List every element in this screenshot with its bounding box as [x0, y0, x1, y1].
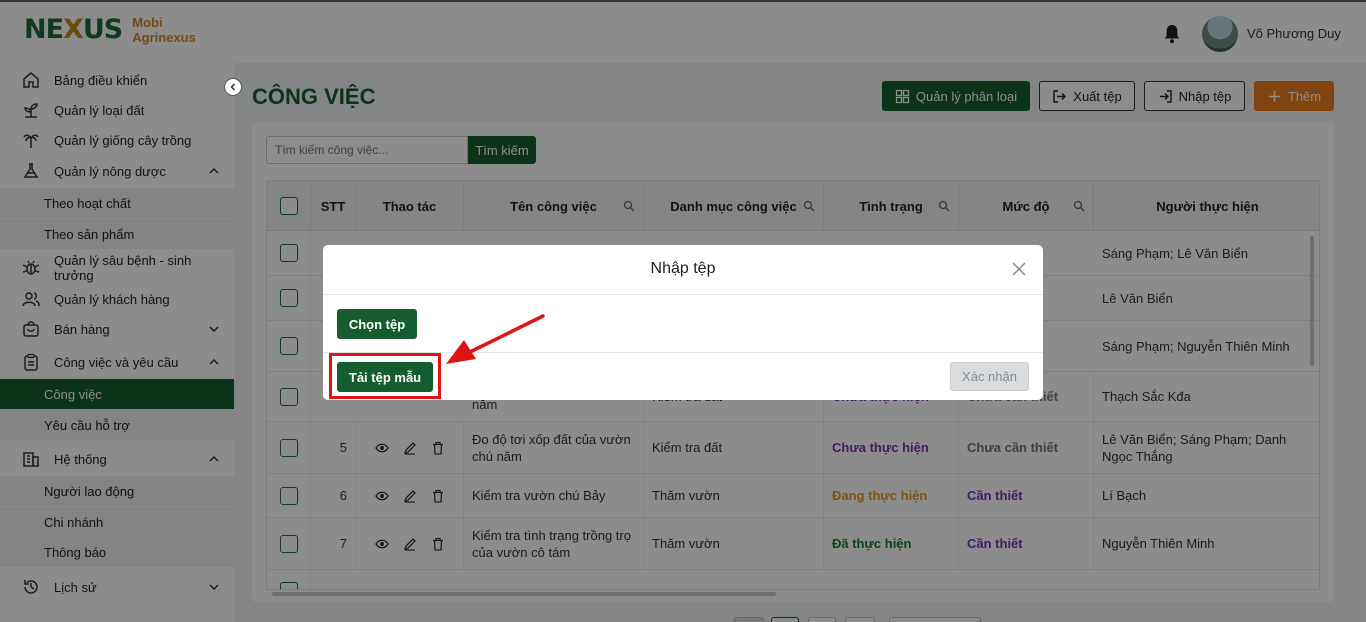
annotation-arrow: [446, 314, 545, 364]
annotation-highlight-box: [329, 353, 441, 399]
choose-file-button[interactable]: Chọn tệp: [337, 309, 417, 339]
close-icon[interactable]: [1011, 261, 1027, 277]
sidebar-collapse-button[interactable]: [224, 78, 242, 96]
modal-title: Nhập tệp: [650, 260, 716, 277]
chevron-left-icon: [230, 83, 236, 91]
modal-divider: [323, 294, 1043, 295]
confirm-button[interactable]: Xác nhận: [950, 362, 1029, 391]
